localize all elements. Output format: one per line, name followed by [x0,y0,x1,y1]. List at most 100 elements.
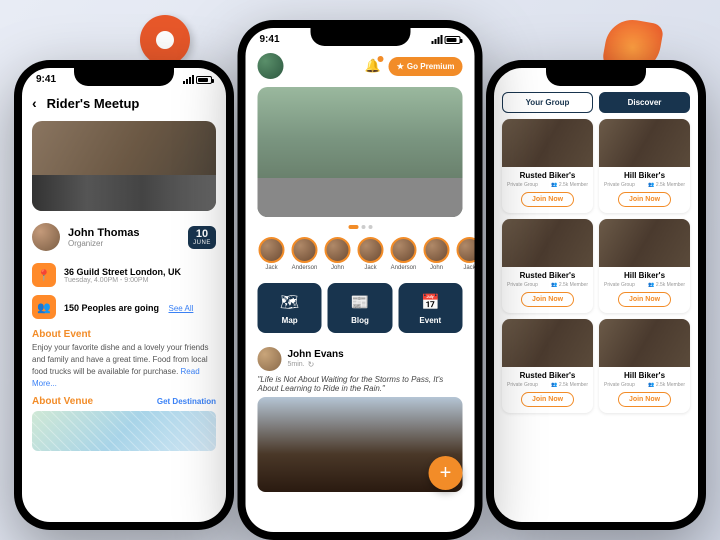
date-month: JUNE [193,240,211,246]
group-name: Hill Biker's [604,171,685,180]
phone-feed: 9:41 Go Premium Jack Anderson John Jack … [238,20,483,540]
story-avatar [292,237,318,263]
group-image [502,319,593,367]
group-card[interactable]: Rusted Biker's Private Group👥 2.5k Membe… [502,319,593,413]
get-destination-link[interactable]: Get Destination [157,397,216,406]
nav-event-label: Event [419,316,441,325]
profile-avatar[interactable] [258,53,284,79]
group-meta: Private Group👥 2.5k Member [507,280,588,290]
venue-map[interactable] [32,411,216,451]
post-quote: "Life is Not About Waiting for the Storm… [258,375,463,397]
event-icon: 📅 [419,291,441,313]
post-author-avatar[interactable] [258,347,282,371]
post-time: 5min. [288,360,344,369]
nav-map[interactable]: 🗺 Map [258,283,322,333]
story-item[interactable]: Anderson [291,237,319,271]
nav-event[interactable]: 📅 Event [398,283,462,333]
group-name: Hill Biker's [604,271,685,280]
story-item[interactable]: John [324,237,352,271]
status-icons [432,35,461,44]
tab-discover[interactable]: Discover [599,92,690,113]
group-meta: Private Group👥 2.5k Member [604,380,685,390]
dot[interactable] [368,225,372,229]
group-name: Hill Biker's [604,371,685,380]
featured-image[interactable] [258,87,463,217]
group-name: Rusted Biker's [507,171,588,180]
group-image [599,319,690,367]
phone-event-detail: 9:41 ‹ Rider's Meetup John Thomas Organi… [14,60,234,530]
story-item[interactable]: Jack [258,237,286,271]
group-card[interactable]: Rusted Biker's Private Group👥 2.5k Membe… [502,119,593,213]
story-name: John [331,265,344,271]
story-item[interactable]: Jack [456,237,475,271]
group-image [502,119,593,167]
event-time: Tuesday, 4.00PM - 9:00PM [64,277,216,284]
location-icon: 📍 [32,263,56,287]
group-card[interactable]: Hill Biker's Private Group👥 2.5k Member … [599,319,690,413]
about-venue-title: About Venue [32,396,93,407]
group-meta: Private Group👥 2.5k Member [507,180,588,190]
join-now-button[interactable]: Join Now [618,292,671,307]
back-icon[interactable]: ‹ [32,95,37,111]
date-day: 10 [193,229,211,240]
story-avatar [457,237,475,263]
phone-notch [310,28,410,46]
people-icon: 👥 [32,295,56,319]
join-now-button[interactable]: Join Now [521,392,574,407]
story-item[interactable]: Anderson [390,237,418,271]
story-avatar [325,237,351,263]
group-card[interactable]: Hill Biker's Private Group👥 2.5k Member … [599,219,690,313]
tab-your-group[interactable]: Your Group [502,92,593,113]
group-meta: Private Group👥 2.5k Member [507,380,588,390]
see-all-link[interactable]: See All [169,304,194,313]
nav-blog-label: Blog [351,316,369,325]
join-now-button[interactable]: Join Now [618,392,671,407]
group-card[interactable]: Rusted Biker's Private Group👥 2.5k Membe… [502,219,593,313]
story-name: Jack [265,265,277,271]
status-time: 9:41 [260,34,280,45]
story-avatar [358,237,384,263]
group-meta: Private Group👥 2.5k Member [604,280,685,290]
join-now-button[interactable]: Join Now [521,292,574,307]
carousel-dots [246,221,475,233]
phone-notch [546,68,646,86]
group-name: Rusted Biker's [507,371,588,380]
phone-groups: Your Group Discover Rusted Biker's Priva… [486,60,706,530]
map-icon: 🗺 [279,291,301,313]
status-icons [183,75,212,84]
status-time: 9:41 [36,74,56,85]
organizer-name: John Thomas [68,227,180,239]
blog-icon: 📰 [349,291,371,313]
group-card[interactable]: Hill Biker's Private Group👥 2.5k Member … [599,119,690,213]
story-item[interactable]: John [423,237,451,271]
go-premium-button[interactable]: Go Premium [389,57,463,76]
event-date-badge: 10 JUNE [188,226,216,249]
story-avatar [424,237,450,263]
dot-active[interactable] [348,225,358,229]
nav-blog[interactable]: 📰 Blog [328,283,392,333]
about-event-title: About Event [22,323,226,342]
phone-notch [74,68,174,86]
story-name: John [430,265,443,271]
attendance-count: 150 Peoples are going [64,303,159,313]
story-avatar [259,237,285,263]
story-item[interactable]: Jack [357,237,385,271]
organizer-avatar[interactable] [32,223,60,251]
group-name: Rusted Biker's [507,271,588,280]
event-address: 36 Guild Street London, UK [64,267,216,277]
page-title: Rider's Meetup [47,96,140,111]
group-image [599,219,690,267]
story-name: Jack [463,265,474,271]
group-meta: Private Group👥 2.5k Member [604,180,685,190]
story-name: Jack [364,265,376,271]
organizer-role: Organizer [68,239,180,248]
join-now-button[interactable]: Join Now [521,192,574,207]
notification-bell-icon[interactable] [365,57,383,75]
group-image [599,119,690,167]
group-image [502,219,593,267]
event-hero-image [32,121,216,211]
nav-map-label: Map [282,316,298,325]
dot[interactable] [361,225,365,229]
add-fab-button[interactable]: + [429,456,463,490]
join-now-button[interactable]: Join Now [618,192,671,207]
